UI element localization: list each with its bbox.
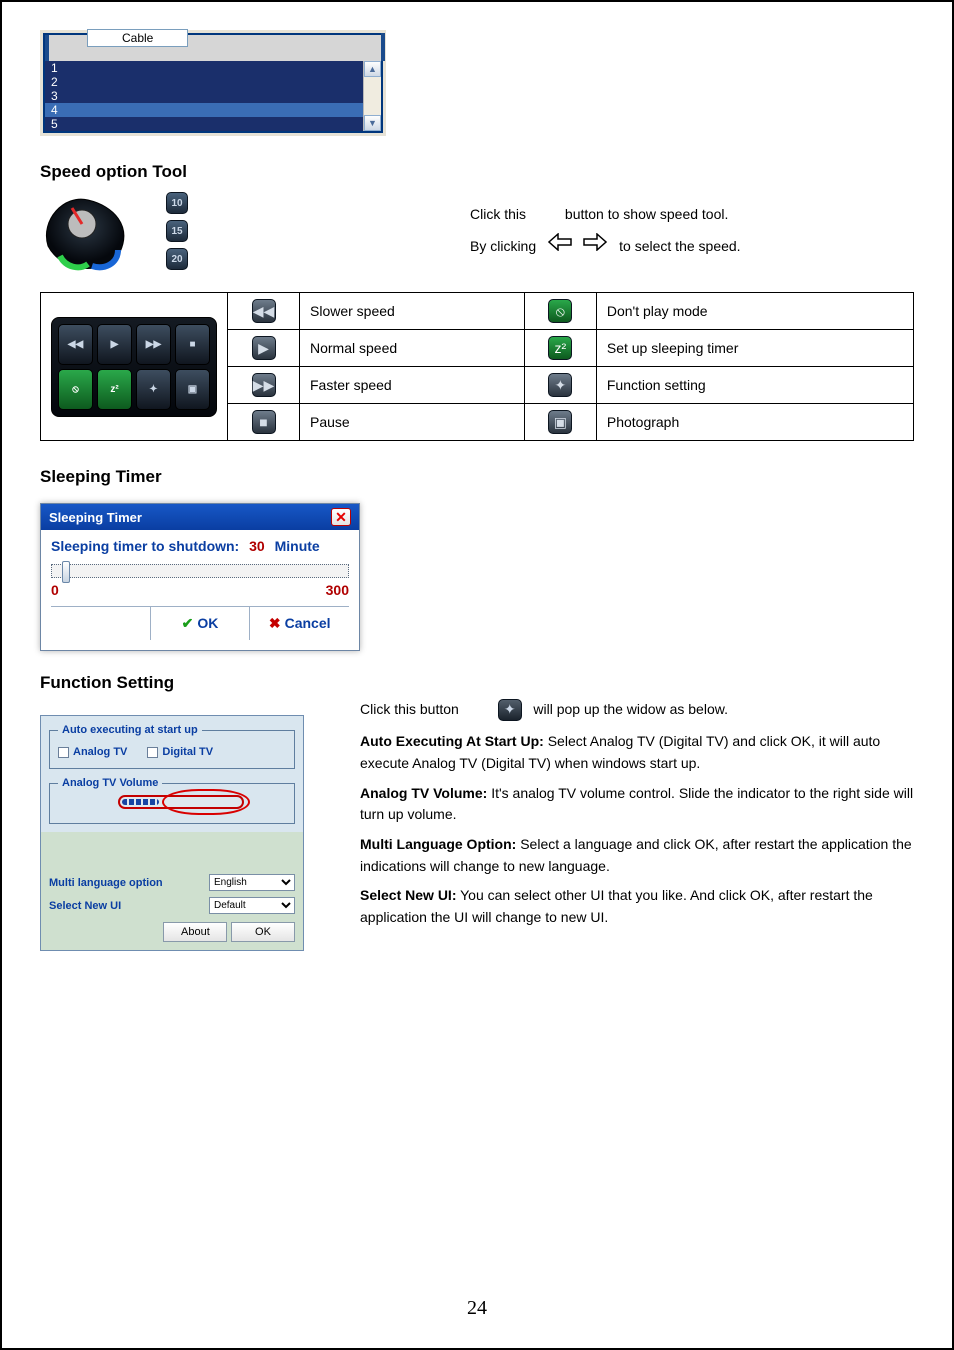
sleep-icon: z² — [548, 336, 572, 360]
scroll-down-icon[interactable]: ▼ — [364, 115, 381, 131]
analog-checkbox[interactable]: Analog TV — [58, 746, 127, 758]
desc: Function setting — [596, 367, 913, 404]
playback-panel-icon: ◀◀ ▶ ▶▶ ■ ⦸ z² ✦ ▣ — [51, 317, 217, 417]
timer-label: Sleeping timer to shutdown: — [51, 538, 239, 554]
about-button[interactable]: About — [163, 922, 227, 942]
list-item[interactable]: 3 — [45, 89, 381, 103]
play-icon: ▶ — [252, 336, 276, 360]
speed-tool-icon — [40, 190, 130, 272]
auto-exec-legend: Auto executing at start up — [58, 724, 202, 736]
text: Click this — [470, 206, 526, 222]
speed-20-button[interactable]: 20 — [166, 248, 188, 270]
buttons-table: ◀◀ ▶ ▶▶ ■ ⦸ z² ✦ ▣ ◀◀ Slower speed ⦸ Don… — [40, 292, 914, 441]
ui-title: Select New UI: — [360, 887, 456, 903]
slider-max: 300 — [326, 582, 349, 598]
speed-15-button[interactable]: 15 — [166, 220, 188, 242]
sleep-icon: z² — [97, 369, 132, 410]
list-item[interactable]: 2 — [45, 75, 381, 89]
section-timer-title: Sleeping Timer — [40, 467, 914, 487]
section-funcset-title: Function Setting — [40, 673, 914, 693]
settings-icon: ✦ — [548, 373, 572, 397]
desc: Slower speed — [300, 293, 525, 330]
settings-icon: ✦ — [498, 699, 522, 721]
slider-min: 0 — [51, 582, 59, 598]
arrow-left-icon — [548, 233, 572, 251]
cable-list[interactable]: 1 2 3 4 5 — [45, 61, 381, 131]
sleeping-timer-dialog: Sleeping Timer ✕ Sleeping timer to shutd… — [40, 503, 360, 651]
text: Click this button — [360, 701, 459, 717]
rewind-icon: ◀◀ — [252, 299, 276, 323]
scroll-up-icon[interactable]: ▲ — [364, 61, 381, 77]
stop-icon: ■ — [175, 324, 210, 365]
timer-slider[interactable] — [51, 564, 349, 578]
section-speed-title: Speed option Tool — [40, 162, 914, 182]
desc: Normal speed — [300, 330, 525, 367]
no-play-icon: ⦸ — [58, 369, 93, 410]
ok-button[interactable]: ✔OK — [150, 607, 250, 640]
timer-unit: Minute — [275, 538, 320, 554]
dialog-title: Sleeping Timer — [49, 510, 142, 525]
photo-icon: ▣ — [175, 369, 210, 410]
text: to select the speed. — [619, 238, 740, 254]
fastfwd-icon: ▶▶ — [252, 373, 276, 397]
play-icon: ▶ — [97, 324, 132, 365]
options-dialog: Auto executing at start up Analog TV Dig… — [40, 715, 304, 951]
fastfwd-icon: ▶▶ — [136, 324, 171, 365]
settings-icon: ✦ — [136, 369, 171, 410]
rewind-icon: ◀◀ — [58, 324, 93, 365]
cable-tab[interactable]: Cable — [87, 29, 188, 47]
slider-thumb-icon[interactable] — [62, 561, 70, 583]
scrollbar[interactable]: ▲ ▼ — [363, 61, 381, 131]
volume-slider[interactable] — [118, 795, 244, 809]
stop-icon: ■ — [252, 410, 276, 434]
page-number: 24 — [2, 1297, 952, 1320]
close-icon[interactable]: ✕ — [331, 508, 351, 526]
arrow-right-icon — [583, 233, 607, 251]
desc: Set up sleeping timer — [596, 330, 913, 367]
text: button to show speed tool. — [565, 206, 728, 222]
cancel-button[interactable]: ✖Cancel — [249, 607, 349, 640]
list-item[interactable]: 5 — [45, 117, 381, 131]
text: By clicking — [470, 238, 536, 254]
autoexec-title: Auto Executing At Start Up: — [360, 733, 544, 749]
analog-vol-label: Analog TV Volume — [58, 777, 162, 789]
list-item[interactable]: 4 — [45, 103, 381, 117]
photo-icon: ▣ — [548, 410, 572, 434]
timer-value: 30 — [249, 538, 265, 554]
ui-select[interactable]: Default — [209, 897, 295, 914]
text: will pop up the widow as below. — [533, 701, 728, 717]
speed-10-button[interactable]: 10 — [166, 192, 188, 214]
speed-value-buttons: 10 15 20 — [166, 192, 188, 270]
lang-title: Multi Language Option: — [360, 836, 516, 852]
no-play-icon: ⦸ — [548, 299, 572, 323]
desc: Photograph — [596, 404, 913, 441]
desc: Faster speed — [300, 367, 525, 404]
desc: Pause — [300, 404, 525, 441]
ok-button[interactable]: OK — [231, 922, 295, 942]
language-select[interactable]: English — [209, 874, 295, 891]
list-item[interactable]: 1 — [45, 61, 381, 75]
digital-checkbox[interactable]: Digital TV — [147, 746, 213, 758]
ui-label: Select New UI — [49, 900, 121, 912]
vol-title: Analog TV Volume: — [360, 785, 487, 801]
desc: Don't play mode — [596, 293, 913, 330]
lang-label: Multi language option — [49, 877, 163, 889]
cable-panel: Cable 1 2 3 4 5 ▲ ▼ — [40, 30, 386, 136]
